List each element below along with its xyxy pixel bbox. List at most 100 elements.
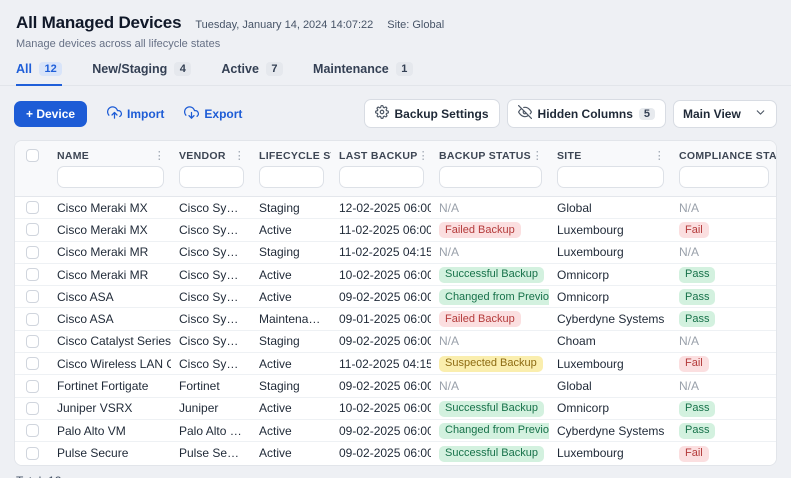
vendor-cell: Palo Alto Net... (171, 424, 251, 438)
compliance-status-badge: Pass (679, 267, 715, 283)
row-checkbox[interactable] (26, 246, 39, 259)
table-row[interactable]: Juniper VSRX Juniper Active 10-02-2025 0… (15, 398, 776, 420)
page-subtitle: Manage devices across all lifecycle stat… (16, 38, 775, 50)
hidden-columns-label: Hidden Columns (538, 107, 633, 121)
backup-status-badge: N/A (439, 380, 459, 393)
row-checkbox[interactable] (26, 201, 39, 214)
row-checkbox[interactable] (26, 380, 39, 393)
export-button[interactable]: Export (184, 105, 242, 123)
column-menu-icon[interactable]: ⋮ (154, 149, 165, 162)
device-name-cell: Cisco Meraki MR (49, 268, 171, 282)
tab-all[interactable]: All 12 (16, 62, 62, 86)
table-row[interactable]: Cisco ASA Cisco Syste... Active 09-02-20… (15, 286, 776, 308)
row-checkbox[interactable] (26, 313, 39, 326)
backup-settings-button[interactable]: Backup Settings (364, 99, 500, 128)
site-cell: Global (549, 379, 671, 393)
chevron-down-icon (754, 106, 767, 122)
vendor-cell: Juniper (171, 401, 251, 415)
table-row[interactable]: Cisco Catalyst Series SNOW Cisco Syste..… (15, 331, 776, 353)
lifecycle-state-cell: Staging (251, 334, 331, 348)
backup-status-badge: Failed Backup (439, 222, 521, 238)
filter-input-backup-status[interactable] (439, 166, 542, 188)
site-cell: Omnicorp (549, 290, 671, 304)
last-backup-cell: 09-02-2025 06:00 (331, 446, 431, 460)
row-checkbox[interactable] (26, 447, 39, 460)
lifecycle-state-cell: Staging (251, 379, 331, 393)
table-body: Cisco Meraki MX Cisco Syste... Staging 1… (15, 197, 776, 465)
tab-label: Active (221, 62, 259, 76)
filter-input-site[interactable] (557, 166, 664, 188)
backup-status-cell: N/A (431, 245, 549, 259)
table-row[interactable]: Cisco Meraki MX Cisco Syste... Active 11… (15, 219, 776, 241)
column-menu-icon[interactable]: ⋮ (418, 149, 429, 162)
tab-active[interactable]: Active 7 (221, 62, 283, 86)
backup-status-badge: Successful Backup (439, 401, 544, 417)
tab-new-staging[interactable]: New/Staging 4 (92, 62, 191, 86)
site-cell: Cyberdyne Systems (549, 312, 671, 326)
compliance-status-cell: Pass (671, 266, 776, 283)
device-name-cell: Cisco Meraki MX (49, 201, 171, 215)
filter-input-last-backup[interactable] (339, 166, 424, 188)
vendor-cell: Cisco Syste... (171, 201, 251, 215)
last-backup-cell: 11-02-2025 04:15 (331, 357, 431, 371)
table-row[interactable]: Cisco Wireless LAN Controller Cisco Syst… (15, 353, 776, 375)
lifecycle-state-cell: Active (251, 357, 331, 371)
compliance-status-cell: Fail (671, 445, 776, 462)
device-name-cell: Cisco Meraki MX (49, 223, 171, 237)
table-row[interactable]: Cisco Meraki MX Cisco Syste... Staging 1… (15, 197, 776, 219)
filter-input-name[interactable] (57, 166, 164, 188)
last-backup-cell: 10-02-2025 06:00 (331, 268, 431, 282)
compliance-status-cell: Fail (671, 222, 776, 239)
tab-count-badge: 4 (174, 62, 191, 76)
view-select[interactable]: Main View (673, 100, 777, 128)
column-menu-icon[interactable]: ⋮ (234, 149, 245, 162)
row-checkbox[interactable] (26, 357, 39, 370)
column-menu-icon[interactable]: ⋮ (654, 149, 665, 162)
site-cell: Luxembourg (549, 446, 671, 460)
vendor-cell: Cisco Syste... (171, 245, 251, 259)
import-button[interactable]: Import (107, 105, 164, 123)
compliance-status-cell: Pass (671, 400, 776, 417)
device-name-cell: Juniper VSRX (49, 401, 171, 415)
filter-input-lifecycle[interactable] (259, 166, 324, 188)
compliance-status-cell: N/A (671, 379, 776, 393)
select-all-checkbox[interactable] (26, 149, 39, 162)
compliance-status-badge: Fail (679, 446, 709, 462)
compliance-status-badge: N/A (679, 335, 699, 348)
compliance-status-cell: Pass (671, 422, 776, 439)
tab-label: New/Staging (92, 62, 167, 76)
device-name-cell: Cisco ASA (49, 312, 171, 326)
vendor-cell: Cisco Syste... (171, 357, 251, 371)
row-checkbox[interactable] (26, 223, 39, 236)
compliance-status-cell: Pass (671, 289, 776, 306)
row-checkbox[interactable] (26, 290, 39, 303)
backup-status-cell: Successful Backup (431, 266, 549, 283)
last-backup-cell: 12-02-2025 06:00 (331, 201, 431, 215)
device-name-cell: Cisco Meraki MR (49, 245, 171, 259)
row-checkbox[interactable] (26, 424, 39, 437)
table-row[interactable]: Cisco Meraki MR Cisco Syste... Active 10… (15, 264, 776, 286)
row-checkbox[interactable] (26, 268, 39, 281)
tab-count-badge: 1 (396, 62, 413, 76)
backup-status-cell: Changed from Previous (431, 289, 549, 306)
add-device-button[interactable]: + Device (14, 101, 87, 127)
filter-input-vendor[interactable] (179, 166, 244, 188)
backup-status-cell: Changed from Previous (431, 422, 549, 439)
filter-input-compliance[interactable] (679, 166, 769, 188)
cloud-upload-icon (107, 105, 122, 123)
tab-maintenance[interactable]: Maintenance 1 (313, 62, 413, 86)
table-row[interactable]: Pulse Secure Pulse Secure Active 09-02-2… (15, 442, 776, 464)
table-row[interactable]: Palo Alto VM Palo Alto Net... Active 09-… (15, 420, 776, 442)
table-row[interactable]: Fortinet Fortigate Fortinet Staging 09-0… (15, 375, 776, 397)
lifecycle-state-cell: Staging (251, 245, 331, 259)
hidden-columns-button[interactable]: Hidden Columns 5 (507, 99, 666, 128)
table-row[interactable]: Cisco Meraki MR Cisco Syste... Staging 1… (15, 242, 776, 264)
column-header-compliance: COMPLIANCE STATUS (679, 150, 776, 162)
backup-status-cell: N/A (431, 334, 549, 348)
row-checkbox[interactable] (26, 335, 39, 348)
column-menu-icon[interactable]: ⋮ (532, 149, 543, 162)
lifecycle-state-cell: Active (251, 424, 331, 438)
table-row[interactable]: Cisco ASA Cisco Syste... Maintenance 09-… (15, 308, 776, 330)
column-header-last-backup: LAST BACKUP (339, 150, 418, 162)
row-checkbox[interactable] (26, 402, 39, 415)
